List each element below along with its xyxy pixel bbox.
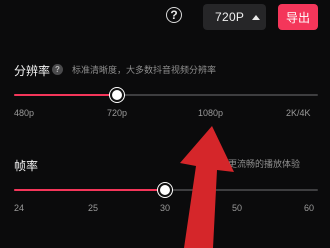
framerate-tick-25[interactable]: 25 (88, 203, 98, 213)
resolution-tick-1080p[interactable]: 1080p (198, 108, 223, 118)
resolution-title: 分辨率 (14, 64, 51, 78)
resolution-tick-2k4k[interactable]: 2K/4K (286, 108, 311, 118)
framerate-title: 帧率 (14, 159, 39, 173)
resolution-tick-720p[interactable]: 720p (107, 108, 127, 118)
framerate-tick-60[interactable]: 60 (304, 203, 314, 213)
resolution-dropdown-value: 720P (215, 10, 245, 24)
resolution-tick-480p[interactable]: 480p (14, 108, 34, 118)
framerate-tick-30[interactable]: 30 (160, 203, 170, 213)
caret-up-icon (252, 14, 261, 20)
resolution-slider-fill (14, 94, 117, 96)
resolution-hint: 标准清晰度，大多数抖音视频分辨率 (72, 65, 217, 75)
resolution-slider-track[interactable] (14, 88, 318, 102)
framerate-tick-24[interactable]: 24 (14, 203, 24, 213)
resolution-dropdown[interactable]: 720P (203, 4, 266, 30)
export-button[interactable]: 导出 (278, 4, 318, 30)
framerate-slider-fill (14, 189, 165, 191)
framerate-slider-track[interactable] (14, 183, 318, 197)
framerate-hint: 给你更流畅的播放体验 (210, 159, 301, 169)
help-icon[interactable]: ? (166, 7, 182, 23)
framerate-slider-handle[interactable] (158, 183, 172, 197)
framerate-tick-50[interactable]: 50 (232, 203, 242, 213)
info-icon[interactable]: ? (52, 64, 63, 75)
resolution-slider-handle[interactable] (110, 88, 124, 102)
